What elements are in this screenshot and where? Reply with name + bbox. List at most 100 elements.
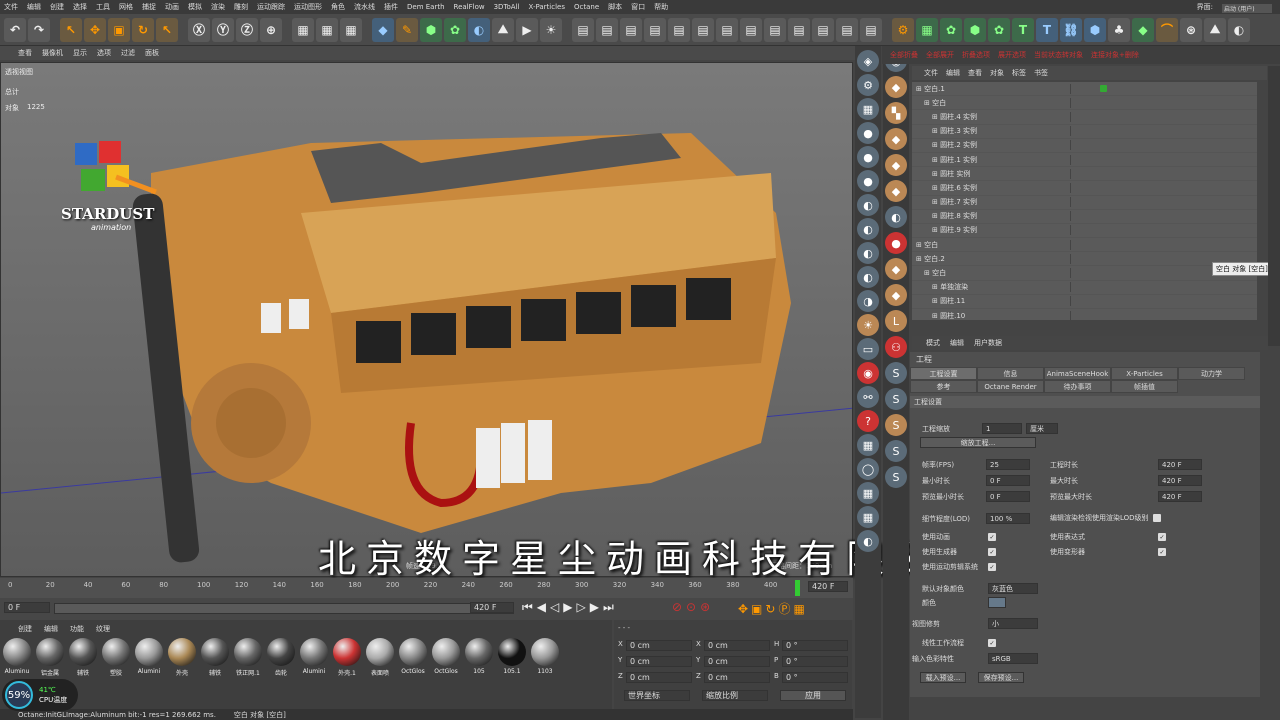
fps-field[interactable]: 25 (986, 459, 1030, 470)
undo-icon[interactable]: ↶ (4, 17, 26, 42)
light-icon[interactable]: ☀ (540, 17, 562, 42)
mode-f-icon[interactable]: ◆ (885, 180, 907, 202)
render-picture-icon[interactable]: ▦ (316, 17, 338, 42)
tool-g-icon[interactable]: ▤ (716, 17, 738, 42)
palette-k-icon[interactable]: ◑ (857, 290, 879, 312)
rotate-tool-icon[interactable]: ↻ (132, 17, 154, 42)
tree-row[interactable]: ⊞ 圆柱.1 实例 (912, 153, 1257, 168)
tree-row[interactable]: ⊞ 空白.1 (912, 82, 1257, 97)
menu-item[interactable]: 运动跟踪 (257, 2, 285, 12)
end-frame-field[interactable]: 420 F (470, 602, 514, 613)
material-swatch[interactable]: 塑胶 (101, 638, 131, 680)
move-tool-icon[interactable]: ✥ (84, 17, 106, 42)
om-header-button[interactable]: 当前状态转对象 (1034, 50, 1083, 60)
menu-item[interactable]: 文件 (4, 2, 18, 12)
help-icon[interactable]: ? (857, 410, 879, 432)
coord-position-field[interactable]: 0 cm (626, 672, 692, 683)
tree-row[interactable]: ⊞ 空白.2 (912, 252, 1257, 267)
palette-i-icon[interactable]: ◐ (857, 242, 879, 264)
material-menu-item[interactable]: 功能 (70, 624, 84, 633)
use-anim-checkbox[interactable]: ✓ (988, 533, 996, 541)
tool-l-icon[interactable]: ▤ (836, 17, 858, 42)
menu-item[interactable]: 编辑 (27, 2, 41, 12)
select-tool-icon[interactable]: ↖ (60, 17, 82, 42)
tool-a-icon[interactable]: ▤ (572, 17, 594, 42)
coord-rotation-field[interactable]: 0 ° (782, 672, 848, 683)
menu-item[interactable]: 雕刻 (234, 2, 248, 12)
visibility-dots[interactable] (1070, 154, 1088, 165)
environment-icon[interactable]: ⛰ (492, 17, 514, 42)
use-deform-checkbox[interactable]: ✓ (1158, 548, 1166, 556)
palette-l-icon[interactable]: ▭ (857, 338, 879, 360)
material-swatch[interactable]: 105.1 (497, 638, 527, 680)
material-swatch[interactable]: 铝金属 (35, 638, 65, 680)
x-axis-icon[interactable]: Ⓧ (188, 17, 210, 42)
visibility-dots[interactable] (1070, 168, 1088, 179)
palette-o-icon[interactable]: ◯ (857, 458, 879, 480)
om-menu-item[interactable]: 书签 (1034, 68, 1048, 78)
z-axis-icon[interactable]: Ⓩ (236, 17, 258, 42)
pen-icon[interactable]: ✎ (396, 17, 418, 42)
coord-position-field[interactable]: 0 cm (626, 656, 692, 667)
attr-tab[interactable]: AnimaSceneHook (1044, 367, 1111, 380)
menu-item[interactable]: 渲染 (211, 2, 225, 12)
visibility-dots[interactable] (1070, 225, 1088, 236)
visibility-dots[interactable] (1070, 83, 1088, 94)
om-menu-item[interactable]: 查看 (968, 68, 982, 78)
material-swatch[interactable]: 辅铁 (68, 638, 98, 680)
coordinate-system-icon[interactable]: ⊕ (260, 17, 282, 42)
menu-item[interactable]: 捕捉 (142, 2, 156, 12)
palette-a-icon[interactable]: ◈ (857, 50, 879, 72)
viewport-menu-item[interactable]: 过滤 (121, 48, 135, 58)
viewport-menu-item[interactable]: 摄像机 (42, 48, 63, 58)
linear-checkbox[interactable]: ✓ (988, 639, 996, 647)
tree-row[interactable]: ⊞ 圆柱.4 实例 (912, 110, 1257, 125)
use-motion-checkbox[interactable]: ✓ (988, 563, 996, 571)
menu-item[interactable]: Octane (574, 3, 599, 11)
material-swatch[interactable]: Aluminu (2, 638, 32, 680)
material-swatch[interactable]: 外壳.1 (332, 638, 362, 680)
attr-menu-item[interactable]: 模式 (926, 338, 940, 348)
plugin-e-icon[interactable]: ⛓ (1060, 17, 1082, 42)
menu-item[interactable]: 网格 (119, 2, 133, 12)
menu-item[interactable]: 插件 (384, 2, 398, 12)
tag-icon[interactable] (1100, 85, 1107, 93)
use-expr-checkbox[interactable]: ✓ (1158, 533, 1166, 541)
cube-icon[interactable]: ◆ (372, 17, 394, 42)
tree-row[interactable]: ⊞ 圆柱.3 实例 (912, 125, 1257, 139)
palette-p-icon[interactable]: ▦ (857, 482, 879, 504)
attr-menu-item[interactable]: 用户数据 (974, 338, 1002, 348)
range-slider[interactable] (54, 603, 514, 614)
material-swatch[interactable]: 辅铁 (200, 638, 230, 680)
mode-d-icon[interactable]: ◆ (885, 128, 907, 150)
plugin-c-icon[interactable]: ⬢ (964, 17, 986, 42)
plugin-i-icon[interactable]: ⊛ (1180, 17, 1202, 42)
scale-project-button[interactable]: 缩放工程... (920, 437, 1036, 448)
coord-size-field[interactable]: 0 cm (704, 672, 770, 683)
material-swatch[interactable]: OctGlos (431, 638, 461, 680)
palette-b-icon[interactable]: ⚙ (857, 74, 879, 96)
visibility-dots[interactable] (1070, 268, 1088, 279)
attr-menu-item[interactable]: 编辑 (950, 338, 964, 348)
plugin-d-icon[interactable]: ✿ (988, 17, 1010, 42)
preview-max-field[interactable]: 420 F (1158, 491, 1202, 502)
mode-g-icon[interactable]: ◐ (885, 206, 907, 228)
script-s3-icon[interactable]: S (885, 414, 907, 436)
attr-tab[interactable]: Octane Render (977, 380, 1044, 393)
material-menu-item[interactable]: 创建 (18, 624, 32, 633)
palette-n-icon[interactable]: ▦ (857, 434, 879, 456)
om-header-button[interactable]: 折叠选项 (962, 50, 990, 60)
text-b-icon[interactable]: T (1036, 17, 1058, 42)
menu-item[interactable]: 帮助 (654, 2, 668, 12)
visibility-dots[interactable] (1070, 126, 1088, 137)
palette-j-icon[interactable]: ◐ (857, 266, 879, 288)
playhead[interactable] (795, 580, 800, 596)
material-swatch[interactable]: 1103 (530, 638, 560, 680)
spline-icon[interactable]: ⌒ (1156, 17, 1178, 42)
coord-position-field[interactable]: 0 cm (626, 640, 692, 651)
om-header-button[interactable]: 全部折叠 (890, 50, 918, 60)
viewport-menu-item[interactable]: 显示 (73, 48, 87, 58)
menu-item[interactable]: 窗口 (631, 2, 645, 12)
sun-icon[interactable]: ☀ (857, 314, 879, 336)
tree-row[interactable]: ⊞ 圆柱 实例 (912, 167, 1257, 182)
